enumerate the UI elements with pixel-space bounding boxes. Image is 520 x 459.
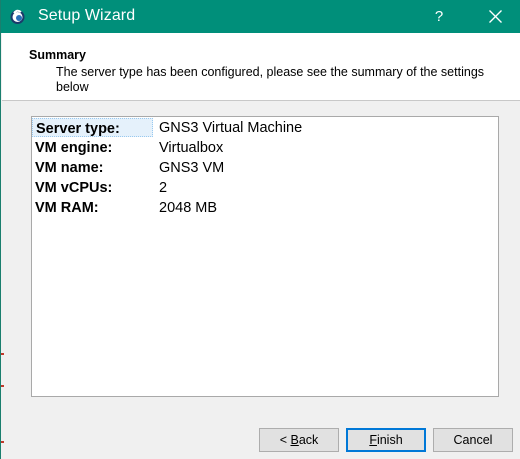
- summary-list[interactable]: Server type: GNS3 Virtual Machine VM eng…: [31, 116, 499, 397]
- summary-value: GNS3 VM: [159, 160, 225, 176]
- help-button[interactable]: ?: [419, 0, 459, 33]
- summary-key: VM vCPUs:: [35, 180, 113, 196]
- summary-value: GNS3 Virtual Machine: [159, 120, 303, 136]
- close-button[interactable]: [473, 0, 519, 33]
- gns3-app-icon: [8, 7, 27, 26]
- back-button-prefix: <: [279, 433, 291, 447]
- window-title: Setup Wizard: [38, 7, 136, 24]
- background-edge-mark: [1, 441, 4, 443]
- close-icon: [489, 10, 502, 23]
- summary-value: 2: [159, 180, 168, 196]
- summary-row-server-type[interactable]: Server type: GNS3 Virtual Machine: [32, 118, 498, 138]
- cancel-button[interactable]: Cancel: [433, 428, 513, 452]
- page-subtitle: The server type has been configured, ple…: [56, 65, 485, 94]
- finish-button-rest: inish: [376, 433, 403, 447]
- wizard-page-header: Summary The server type has been configu…: [2, 33, 520, 101]
- summary-key: Server type:: [32, 118, 153, 137]
- summary-key: VM name:: [35, 160, 104, 176]
- summary-row-vm-name[interactable]: VM name: GNS3 VM: [32, 158, 498, 178]
- summary-key: VM engine:: [35, 140, 113, 156]
- title-bar[interactable]: Setup Wizard ?: [1, 0, 520, 33]
- summary-row-vm-engine[interactable]: VM engine: Virtualbox: [32, 138, 498, 158]
- summary-value: Virtualbox: [159, 140, 224, 156]
- summary-key: VM RAM:: [35, 200, 99, 216]
- summary-row-vm-vcpus[interactable]: VM vCPUs: 2: [32, 178, 498, 198]
- back-button[interactable]: < Back: [259, 428, 339, 452]
- back-button-mnemonic: B: [290, 433, 299, 447]
- page-title: Summary: [29, 48, 86, 62]
- summary-row-vm-ram[interactable]: VM RAM: 2048 MB: [32, 198, 498, 218]
- background-edge-mark: [1, 353, 4, 355]
- summary-value: 2048 MB: [159, 200, 218, 216]
- background-edge-mark: [1, 385, 4, 387]
- back-button-rest: ack: [298, 433, 319, 447]
- finish-button[interactable]: Finish: [346, 428, 426, 452]
- setup-wizard-window: Setup Wizard ? Summary The server type h…: [0, 0, 520, 459]
- finish-button-mnemonic: F: [369, 433, 377, 447]
